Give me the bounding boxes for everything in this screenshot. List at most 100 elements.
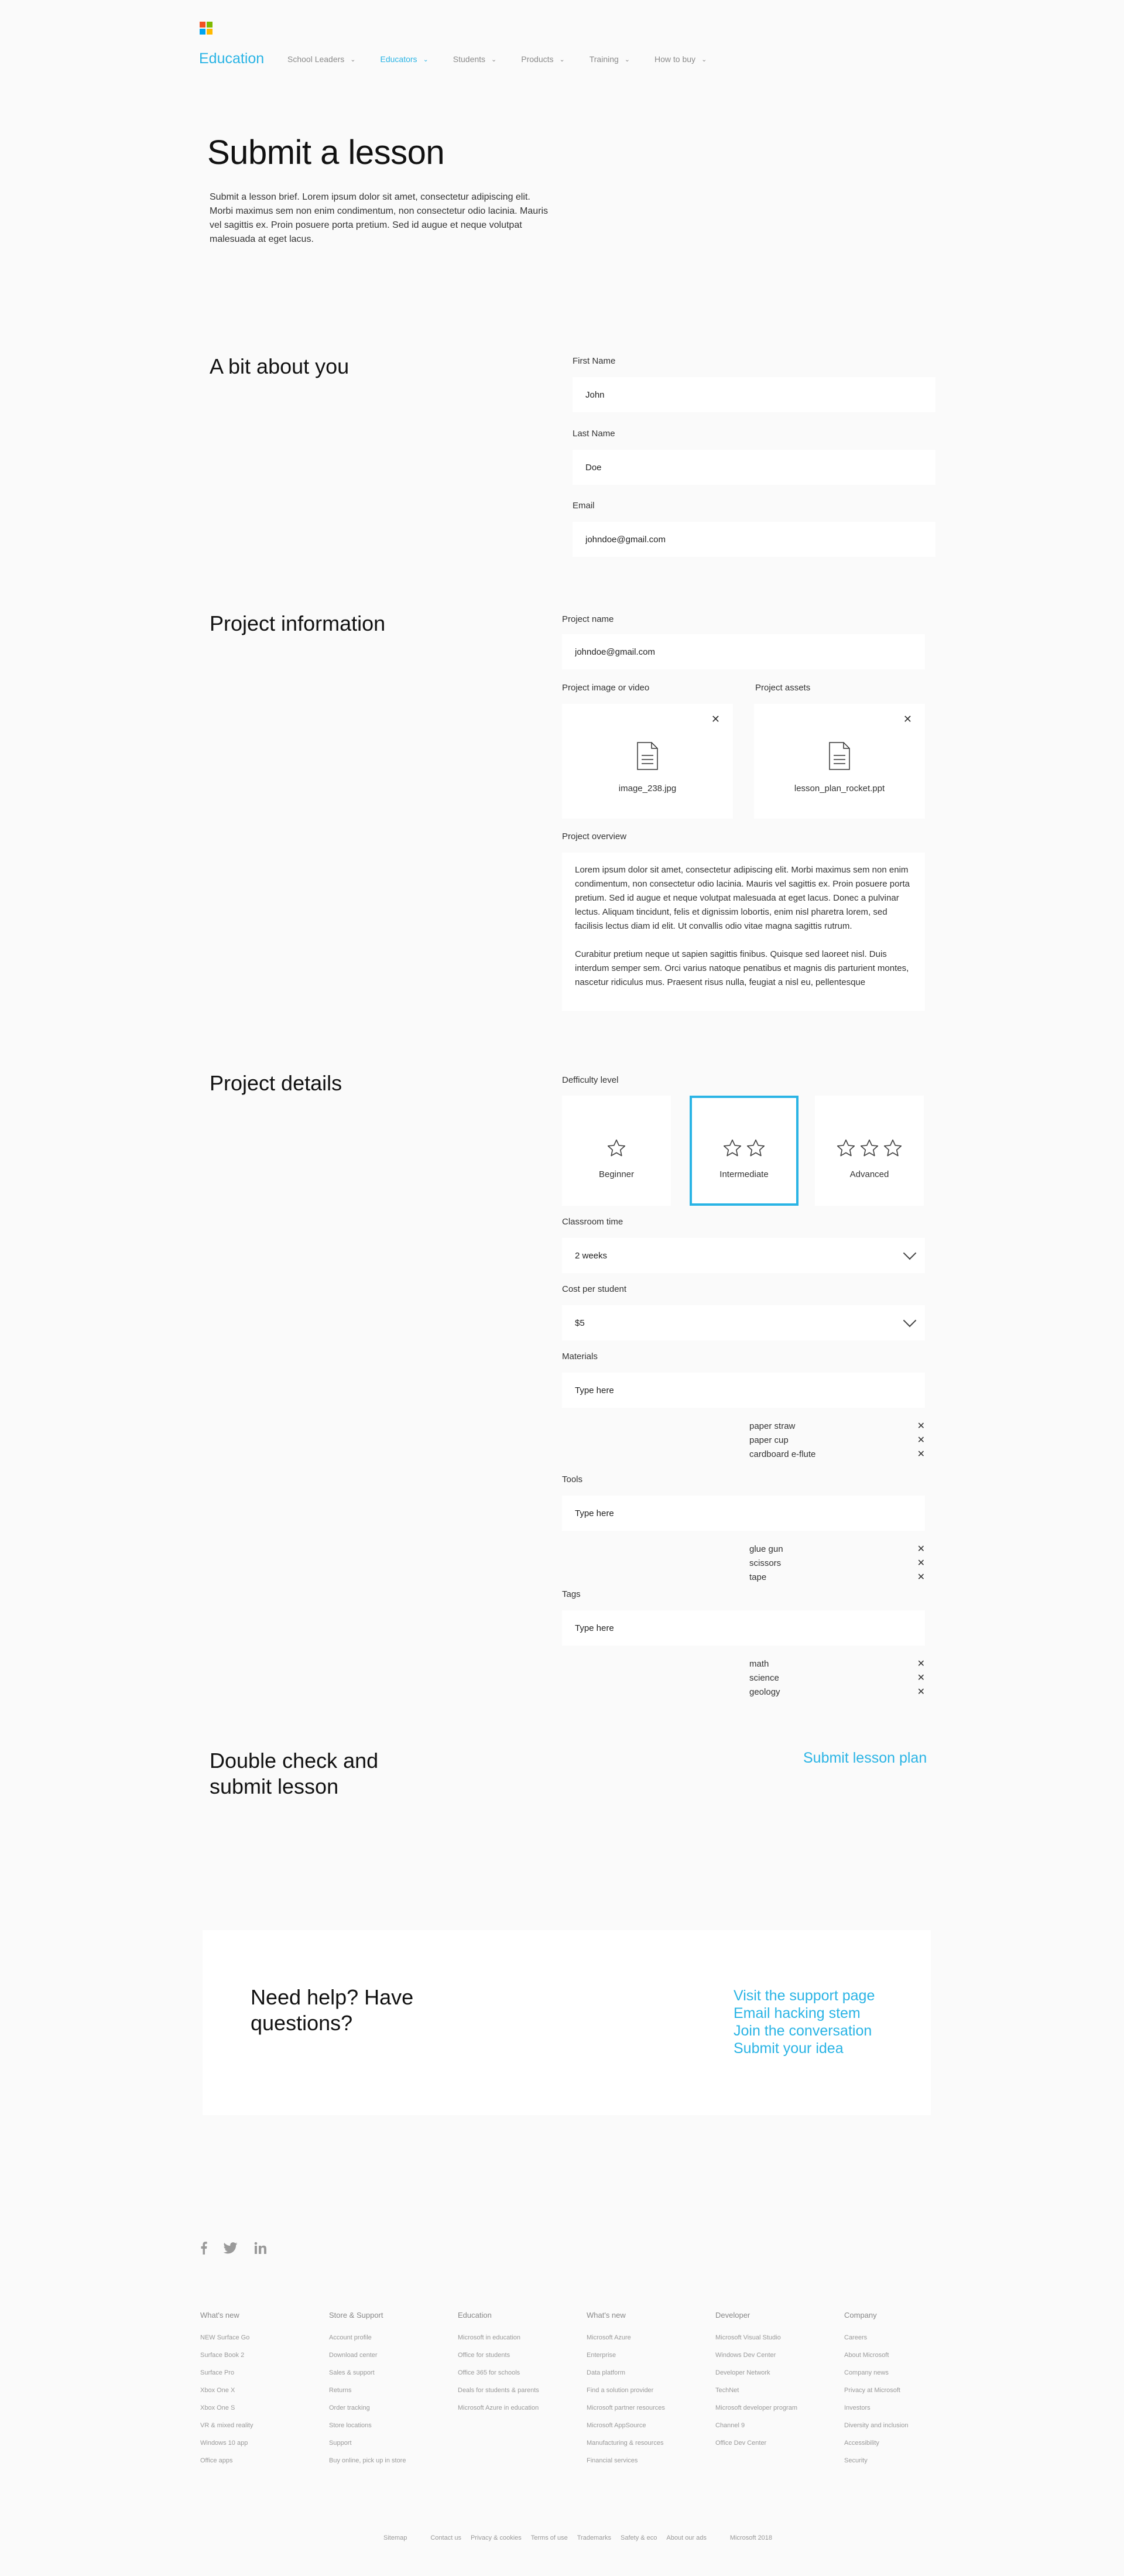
materials-input[interactable] (575, 1385, 925, 1395)
footer-link[interactable]: Accessibility (844, 2434, 961, 2452)
cost-select[interactable]: $5 (562, 1305, 925, 1340)
footer-link[interactable]: Find a solution provider (587, 2382, 704, 2399)
classroom-time-select[interactable]: 2 weeks (562, 1238, 925, 1273)
footer-link[interactable]: Windows Dev Center (715, 2346, 832, 2364)
close-icon[interactable]: ✕ (917, 1571, 925, 1583)
footer-link[interactable]: Channel 9 (715, 2417, 832, 2434)
nav-item-how-to-buy[interactable]: How to buy ⌄ (654, 54, 707, 64)
footer-link[interactable]: Sales & support (329, 2364, 446, 2382)
footer-link[interactable]: Microsoft Visual Studio (715, 2329, 832, 2346)
close-icon[interactable]: ✕ (917, 1672, 925, 1684)
microsoft-logo[interactable] (200, 22, 213, 35)
email-input[interactable] (585, 534, 935, 545)
footer-link[interactable]: Financial services (587, 2452, 704, 2469)
twitter-icon[interactable] (224, 2242, 238, 2254)
footer-link[interactable]: Office Dev Center (715, 2434, 832, 2452)
close-icon[interactable]: ✕ (917, 1448, 925, 1460)
footer-link[interactable]: Surface Pro (200, 2364, 317, 2382)
footer-link[interactable]: TechNet (715, 2382, 832, 2399)
project-assets-upload[interactable]: ✕ lesson_plan_rocket.ppt (754, 704, 925, 819)
difficulty-option-advanced[interactable]: Advanced (815, 1096, 924, 1206)
bottom-link-sitemap[interactable]: Sitemap (383, 2534, 407, 2541)
footer-link[interactable]: Windows 10 app (200, 2434, 317, 2452)
bottom-link-contact[interactable]: Contact us (430, 2534, 461, 2541)
footer-link[interactable]: About Microsoft (844, 2346, 961, 2364)
bottom-link-trademarks[interactable]: Trademarks (577, 2534, 611, 2541)
project-image-upload[interactable]: ✕ image_238.jpg (562, 704, 733, 819)
footer-link[interactable]: Store locations (329, 2417, 446, 2434)
brand-title[interactable]: Education (199, 50, 264, 67)
footer-link[interactable]: VR & mixed reality (200, 2417, 317, 2434)
close-icon[interactable]: ✕ (917, 1686, 925, 1698)
footer-link[interactable]: Data platform (587, 2364, 704, 2382)
email-field[interactable] (573, 522, 935, 557)
materials-field[interactable] (562, 1373, 925, 1408)
footer-link[interactable]: Surface Book 2 (200, 2346, 317, 2364)
footer-link[interactable]: Returns (329, 2382, 446, 2399)
footer-link[interactable]: Microsoft Azure (587, 2329, 704, 2346)
close-icon[interactable]: ✕ (917, 1543, 925, 1555)
footer-link[interactable]: Account profile (329, 2329, 446, 2346)
help-link-conversation[interactable]: Join the conversation (734, 2022, 875, 2040)
tools-field[interactable] (562, 1496, 925, 1531)
footer-link[interactable]: Manufacturing & resources (587, 2434, 704, 2452)
bottom-link-terms[interactable]: Terms of use (531, 2534, 568, 2541)
help-link-email[interactable]: Email hacking stem (734, 2004, 875, 2022)
footer-link[interactable]: NEW Surface Go (200, 2329, 317, 2346)
footer-link[interactable]: Order tracking (329, 2399, 446, 2417)
footer-link[interactable]: Microsoft Azure in education (458, 2399, 575, 2417)
tags-field[interactable] (562, 1610, 925, 1646)
project-name-input[interactable] (575, 646, 925, 657)
footer-link[interactable]: Microsoft partner resources (587, 2399, 704, 2417)
footer-link[interactable]: Support (329, 2434, 446, 2452)
close-icon[interactable]: ✕ (917, 1557, 925, 1569)
help-link-submit-idea[interactable]: Submit your idea (734, 2040, 875, 2057)
difficulty-option-beginner[interactable]: Beginner (562, 1096, 671, 1206)
footer-link[interactable]: Office 365 for schools (458, 2364, 575, 2382)
nav-item-educators[interactable]: Educators ⌄ (381, 54, 429, 64)
project-overview-textarea[interactable]: Lorem ipsum dolor sit amet, consectetur … (562, 853, 925, 1011)
close-icon[interactable]: ✕ (917, 1658, 925, 1670)
tools-input[interactable] (575, 1508, 925, 1518)
footer-link[interactable]: Privacy at Microsoft (844, 2382, 961, 2399)
footer-link[interactable]: Deals for students & parents (458, 2382, 575, 2399)
footer-link[interactable]: Microsoft in education (458, 2329, 575, 2346)
footer-link[interactable]: Xbox One S (200, 2399, 317, 2417)
footer-link[interactable]: Buy online, pick up in store (329, 2452, 446, 2469)
close-icon[interactable]: ✕ (917, 1434, 925, 1446)
tags-input[interactable] (575, 1623, 925, 1633)
close-icon[interactable]: ✕ (711, 713, 720, 726)
last-name-input[interactable] (585, 462, 935, 473)
bottom-link-safety[interactable]: Safety & eco (621, 2534, 657, 2541)
nav-item-training[interactable]: Training ⌄ (590, 54, 630, 64)
footer-link[interactable]: Company news (844, 2364, 961, 2382)
footer-link[interactable]: Office apps (200, 2452, 317, 2469)
footer-link[interactable]: Developer Network (715, 2364, 832, 2382)
nav-item-students[interactable]: Students ⌄ (453, 54, 496, 64)
footer-link[interactable]: Microsoft AppSource (587, 2417, 704, 2434)
difficulty-option-intermediate[interactable]: Intermediate (690, 1096, 799, 1206)
footer-link[interactable]: Microsoft developer program (715, 2399, 832, 2417)
bottom-link-ads[interactable]: About our ads (666, 2534, 707, 2541)
nav-item-school-leaders[interactable]: School Leaders ⌄ (287, 54, 356, 64)
footer-link[interactable]: Diversity and inclusion (844, 2417, 961, 2434)
facebook-icon[interactable] (200, 2242, 207, 2255)
close-icon[interactable]: ✕ (903, 713, 912, 726)
bottom-link-privacy[interactable]: Privacy & cookies (471, 2534, 522, 2541)
first-name-input[interactable] (585, 389, 935, 400)
footer-link[interactable]: Enterprise (587, 2346, 704, 2364)
last-name-field[interactable] (573, 450, 935, 485)
nav-item-products[interactable]: Products ⌄ (521, 54, 564, 64)
linkedin-icon[interactable] (254, 2242, 267, 2255)
project-name-field[interactable] (562, 634, 925, 669)
submit-lesson-plan-link[interactable]: Submit lesson plan (803, 1750, 927, 1767)
footer-link[interactable]: Careers (844, 2329, 961, 2346)
close-icon[interactable]: ✕ (917, 1420, 925, 1432)
first-name-field[interactable] (573, 377, 935, 412)
footer-link[interactable]: Security (844, 2452, 961, 2469)
footer-link[interactable]: Investors (844, 2399, 961, 2417)
footer-link[interactable]: Office for students (458, 2346, 575, 2364)
footer-link[interactable]: Download center (329, 2346, 446, 2364)
help-link-support[interactable]: Visit the support page (734, 1987, 875, 2004)
footer-link[interactable]: Xbox One X (200, 2382, 317, 2399)
